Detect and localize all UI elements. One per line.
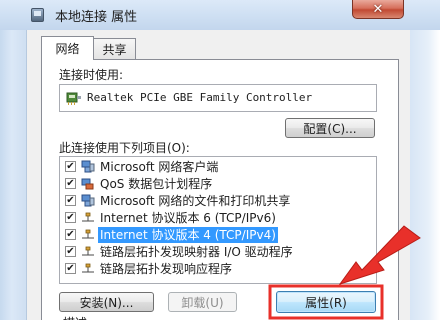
item-label: Internet 协议版本 4 (TCP/IPv4) bbox=[98, 227, 278, 243]
close-button[interactable]: ✕ bbox=[352, 0, 404, 19]
window-frame-left bbox=[0, 0, 27, 320]
item-label: 链路层拓扑发现映射器 I/O 驱动程序 bbox=[100, 245, 293, 259]
item-checkbox[interactable]: ✔ bbox=[65, 178, 76, 189]
list-item-selected[interactable]: ✔ Internet 协议版本 4 (TCP/IPv4) bbox=[60, 227, 376, 243]
window-frame-right bbox=[410, 0, 440, 320]
uninstall-button[interactable]: 卸载(U) bbox=[168, 292, 237, 312]
file-printer-sharing-icon bbox=[81, 194, 95, 207]
list-item[interactable]: ✔ QoS 数据包计划程序 bbox=[60, 176, 376, 192]
adapter-name: Realtek PCIe GBE Family Controller bbox=[87, 91, 313, 104]
list-item[interactable]: ✔ 链路层拓扑发现响应程序 bbox=[60, 261, 376, 277]
close-icon: ✕ bbox=[372, 1, 384, 17]
adapter-field: Realtek PCIe GBE Family Controller bbox=[59, 84, 377, 112]
network-connection-icon bbox=[31, 8, 44, 22]
network-adapter-icon bbox=[66, 92, 81, 105]
item-label: Microsoft 网络的文件和打印机共享 bbox=[100, 194, 291, 208]
configure-button[interactable]: 配置(C)... bbox=[285, 118, 375, 138]
properties-button[interactable]: 属性(R) bbox=[276, 291, 376, 313]
tab-network[interactable]: 网络 bbox=[41, 36, 94, 60]
item-checkbox[interactable]: ✔ bbox=[65, 161, 76, 172]
items-label: 此连接使用下列项目(O): bbox=[59, 141, 190, 155]
protocol-icon bbox=[82, 263, 94, 273]
window-title: 本地连接 属性 bbox=[55, 10, 138, 25]
screenshot-root: 本地连接 属性 ✕ 网络 共享 连接时使用: Realtek PCIe GBE … bbox=[0, 0, 440, 320]
install-button[interactable]: 安装(N)... bbox=[59, 292, 154, 312]
network-client-icon bbox=[81, 160, 95, 173]
list-item[interactable]: ✔ Microsoft 网络客户端 bbox=[60, 159, 376, 175]
list-item[interactable]: ✔ 链路层拓扑发现映射器 I/O 驱动程序 bbox=[60, 244, 376, 260]
item-label: 链路层拓扑发现响应程序 bbox=[100, 262, 233, 276]
tab-sharing[interactable]: 共享 bbox=[93, 38, 136, 60]
item-checkbox[interactable]: ✔ bbox=[65, 212, 76, 223]
item-checkbox[interactable]: ✔ bbox=[65, 263, 76, 274]
list-item[interactable]: ✔ Microsoft 网络的文件和打印机共享 bbox=[60, 193, 376, 209]
item-checkbox[interactable]: ✔ bbox=[65, 229, 76, 240]
item-checkbox[interactable]: ✔ bbox=[65, 246, 76, 257]
protocol-icon bbox=[82, 212, 94, 222]
protocol-icon bbox=[82, 229, 94, 239]
item-checkbox[interactable]: ✔ bbox=[65, 195, 76, 206]
item-label: Microsoft 网络客户端 bbox=[100, 160, 219, 174]
components-list[interactable]: ✔ Microsoft 网络客户端 ✔ QoS 数据包计划程序 ✔ Micros… bbox=[59, 156, 377, 284]
connect-using-label: 连接时使用: bbox=[59, 68, 124, 82]
description-label: 描述 bbox=[63, 314, 87, 320]
item-label: Internet 协议版本 6 (TCP/IPv6) bbox=[100, 211, 276, 225]
item-label: QoS 数据包计划程序 bbox=[100, 177, 213, 191]
title-bar[interactable]: 本地连接 属性 ✕ bbox=[0, 0, 440, 30]
list-item[interactable]: ✔ Internet 协议版本 6 (TCP/IPv6) bbox=[60, 210, 376, 226]
qos-icon bbox=[81, 178, 94, 190]
protocol-icon bbox=[82, 246, 94, 256]
